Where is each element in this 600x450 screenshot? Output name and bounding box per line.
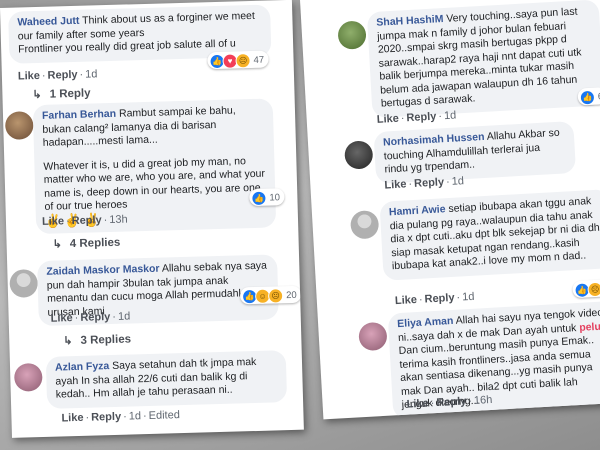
timestamp[interactable]: 1d [129,410,142,422]
avatar[interactable] [343,140,374,170]
reaction-count: 20 [285,289,297,301]
highlighted-word: peluk [578,319,600,334]
commenter-name[interactable]: Waheed Jutt [17,15,79,29]
view-replies-link[interactable]: ↳ 1 Reply [32,87,90,102]
sad-reaction-icon: ☹ [587,281,600,297]
reply-link[interactable]: Reply [71,214,101,227]
comments-panel-left: Waheed Jutt Think about us as a forginer… [0,0,304,438]
avatar[interactable] [9,269,39,298]
view-replies-link[interactable]: ↳ 3 Replies [63,332,131,347]
avatar[interactable] [349,209,380,240]
comment-actions: Like·Reply·1d [17,68,98,83]
comment-bubble: ShaH HashiM Very touching..saya pun last… [366,0,600,118]
edited-label: Edited [148,409,181,423]
like-link[interactable]: Like [384,178,407,191]
reply-arrow-icon: ↳ [52,238,63,251]
avatar[interactable] [13,362,43,392]
reply-link[interactable]: Reply [414,176,445,190]
like-link[interactable]: Like [51,312,73,325]
comment-actions: Like · Reply · 13h [41,213,128,228]
reaction-count: 47 [253,54,265,66]
like-reaction-icon: 👍 [579,89,596,106]
commenter-name[interactable]: Zaidah Maskor Maskor [46,263,159,278]
like-link[interactable]: Like [376,113,399,126]
commenter-name[interactable]: Hamri Awie [389,203,446,218]
timestamp[interactable]: 1d [462,291,475,304]
commenter-name[interactable]: Farhan Berhan [42,108,116,122]
like-link[interactable]: Like [61,412,83,425]
like-link[interactable]: Like [406,397,429,410]
view-replies-link[interactable]: ↳ 4 Replies [52,236,120,251]
reply-link[interactable]: Reply [424,292,455,306]
reaction-summary[interactable]: 👍 ☺ ☹ 20 [239,285,301,305]
reply-link[interactable]: Reply [436,395,467,409]
comment-actions: Like·Reply·1d [394,290,475,308]
avatar[interactable] [358,321,388,352]
avatar[interactable] [4,111,34,140]
sad-reaction-icon: ☹ [267,287,284,304]
like-link[interactable]: Like [18,70,40,83]
comment-actions: Like · Reply · 1d · Edited [61,409,181,425]
timestamp[interactable]: 1d [451,175,464,188]
timestamp[interactable]: 1d [85,68,98,80]
comment-bubble: Norhasimah Hussen Allahu Akbar so touchi… [373,120,577,184]
comment-bubble: Hamri Awie setiap ibubapa akan tggu anak… [379,189,600,281]
timestamp[interactable]: 13h [109,214,128,227]
comment-bubble: Azlan Fyza Saya setahun dah tk jmpa mak … [45,350,288,409]
comment-bubble: Farhan Berhan Rambut sampai ke bahu, buk… [32,98,277,235]
reaction-count: 10 [269,191,281,204]
like-link[interactable]: Like [42,215,64,228]
reaction-summary[interactable]: 👍 ☹ 2 [572,278,600,299]
reply-link[interactable]: Reply [406,111,437,125]
commenter-name[interactable]: Eliya Aman [397,315,454,330]
reply-link[interactable]: Reply [80,311,110,324]
reaction-summary[interactable]: 👍 6 [577,87,600,106]
reply-arrow-icon: ↳ [32,88,42,102]
comment-text: Whatever it is, u did a great job my man… [43,154,269,213]
reply-link[interactable]: Reply [91,411,121,424]
timestamp[interactable]: 1d [444,109,457,122]
timestamp[interactable]: 16h [474,394,493,407]
reaction-summary[interactable]: 👍 10 [249,188,285,207]
like-reaction-icon: 👍 [251,190,267,206]
reply-arrow-icon: ↳ [63,335,73,348]
sad-reaction-icon: ☹ [235,52,251,68]
comment-actions: Like·Reply·1d [50,310,131,325]
like-link[interactable]: Like [395,294,418,307]
reply-link[interactable]: Reply [47,69,77,82]
timestamp[interactable]: 1d [118,310,131,322]
commenter-name[interactable]: Azlan Fyza [55,360,110,374]
reaction-summary[interactable]: 👍 ♥ ☹ 47 [207,50,269,70]
comments-panel-right: ShaH HashiM Very touching..saya pun last… [300,0,600,420]
avatar[interactable] [337,20,367,50]
